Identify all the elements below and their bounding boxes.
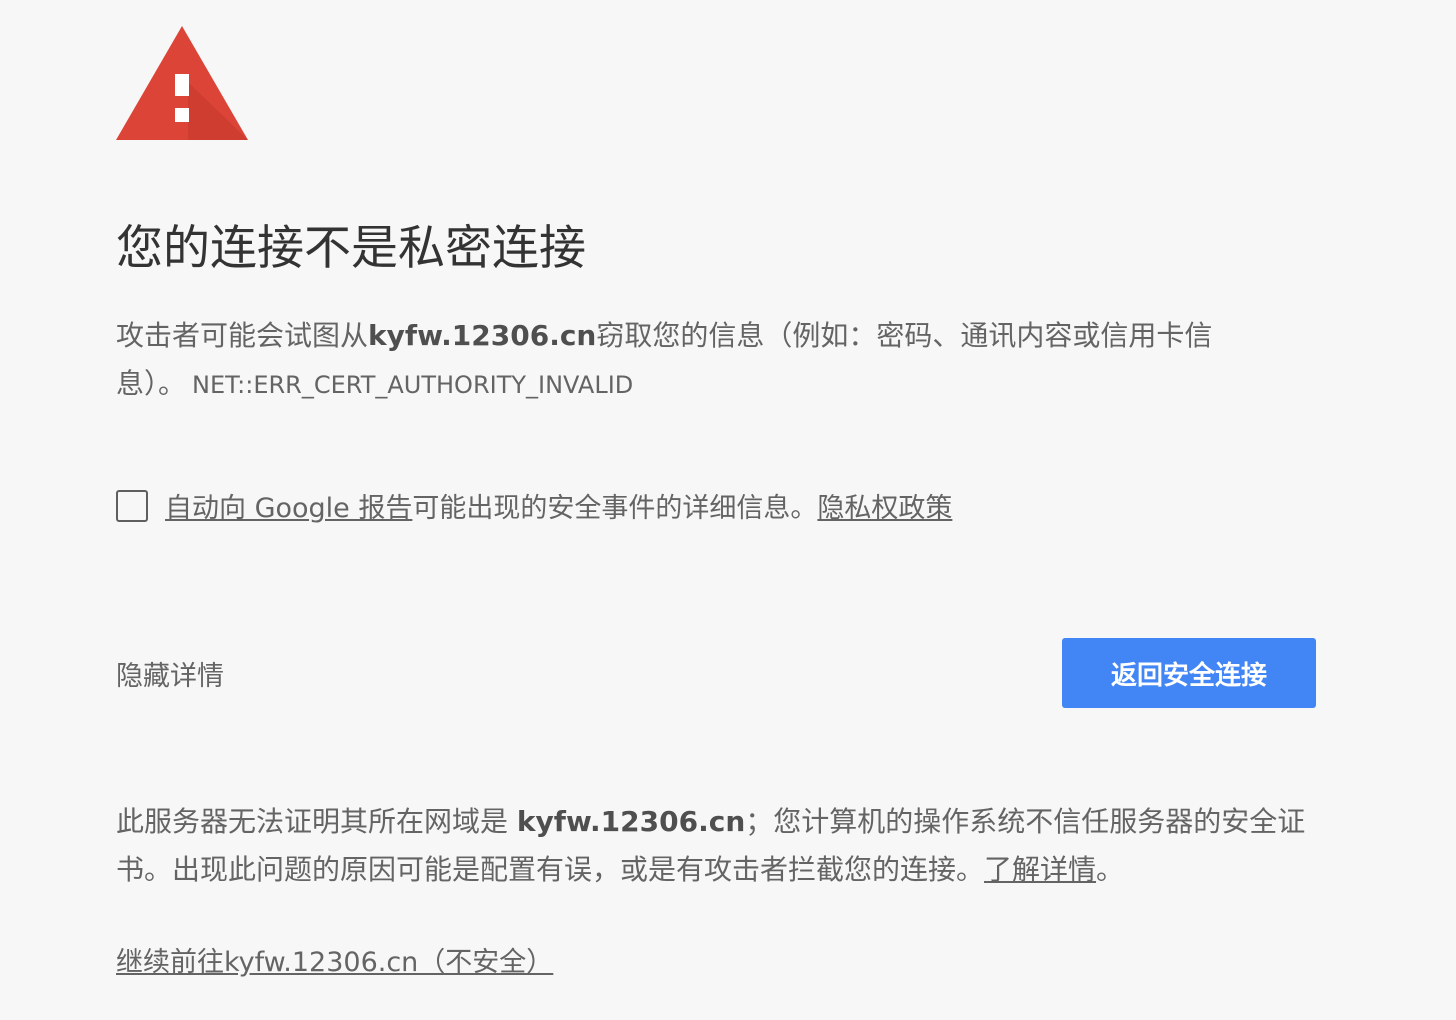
- error-code: NET::ERR_CERT_AUTHORITY_INVALID: [192, 371, 634, 399]
- hide-details-button[interactable]: 隐藏详情: [116, 654, 224, 693]
- back-to-safety-button[interactable]: 返回安全连接: [1062, 638, 1316, 708]
- message-host: kyfw.12306.cn: [368, 319, 597, 352]
- details-host: kyfw.12306.cn: [516, 805, 746, 838]
- report-checkbox[interactable]: [116, 489, 148, 522]
- privacy-policy-link[interactable]: 隐私权政策: [817, 486, 952, 525]
- report-google-link[interactable]: 自动向 Google 报告: [165, 486, 412, 525]
- details-text-before: 此服务器无法证明其所在网域是: [116, 805, 517, 838]
- message-text-before: 攻击者可能会试图从: [116, 319, 369, 352]
- proceed-unsafe-link[interactable]: 继续前往kyfw.12306.cn（不安全）: [116, 940, 553, 979]
- page-title: 您的连接不是私密连接: [116, 221, 586, 276]
- details-message: 此服务器无法证明其所在网域是 kyfw.12306.cn；您计算机的操作系统不信…: [116, 798, 1326, 894]
- interstitial-page: 您的连接不是私密连接 攻击者可能会试图从kyfw.12306.cn窃取您的信息（…: [0, 0, 1456, 1020]
- report-text: 可能出现的安全事件的详细信息。: [412, 493, 818, 524]
- main-message: 攻击者可能会试图从kyfw.12306.cn窃取您的信息（例如：密码、通讯内容或…: [116, 312, 1276, 409]
- details-text-end: 。: [1096, 853, 1125, 886]
- learn-more-link[interactable]: 了解详情: [984, 853, 1096, 886]
- report-option: 自动向 Google 报告 可能出现的安全事件的详细信息。 隐私权政策: [116, 486, 952, 525]
- warning-triangle-icon: [116, 26, 248, 140]
